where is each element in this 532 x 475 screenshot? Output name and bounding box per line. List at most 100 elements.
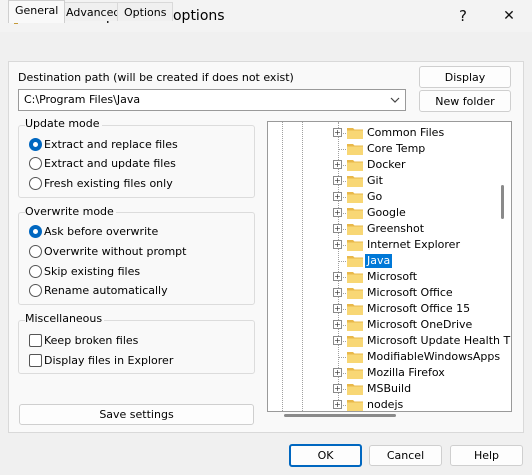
folder-icon bbox=[347, 224, 363, 235]
help-title-button[interactable]: ? bbox=[440, 0, 486, 32]
tab-options[interactable]: Options bbox=[117, 2, 174, 21]
folder-name[interactable]: Go bbox=[365, 190, 384, 204]
expand-plus-icon[interactable]: + bbox=[333, 176, 342, 185]
destination-path-value: C:\Program Files\Java bbox=[24, 93, 141, 106]
folder-tree[interactable]: + Common Files Core Temp + Docker + Git + Go + Goo… bbox=[267, 121, 512, 412]
radio-ask-before-label[interactable]: Ask before overwrite bbox=[44, 225, 158, 238]
tree-folder-row[interactable]: + Mozilla Firefox bbox=[268, 365, 498, 381]
folder-name[interactable]: MSBuild bbox=[365, 382, 413, 396]
ok-button[interactable]: OK bbox=[289, 444, 362, 467]
folder-name[interactable]: Microsoft bbox=[365, 270, 419, 284]
folder-name[interactable]: Microsoft Update Health T bbox=[365, 334, 511, 348]
expand-plus-icon[interactable]: + bbox=[333, 288, 342, 297]
expand-plus-icon[interactable]: + bbox=[333, 400, 342, 409]
tree-folder-row[interactable]: + MSBuild bbox=[268, 381, 498, 397]
expand-plus-icon[interactable]: + bbox=[333, 224, 342, 233]
folder-name[interactable]: Microsoft OneDrive bbox=[365, 318, 474, 332]
destination-path-combo[interactable]: C:\Program Files\Java bbox=[18, 89, 406, 111]
folder-icon bbox=[347, 368, 363, 379]
save-settings-button[interactable]: Save settings bbox=[19, 404, 254, 425]
tree-folder-row[interactable]: + Microsoft Office bbox=[268, 285, 498, 301]
folder-icon bbox=[347, 304, 363, 315]
tab-general[interactable]: General bbox=[8, 0, 66, 23]
expand-plus-icon[interactable]: + bbox=[333, 368, 342, 377]
tree-folder-row[interactable]: + Go bbox=[268, 189, 498, 205]
folder-name[interactable]: Mozilla Firefox bbox=[365, 366, 447, 380]
display-button[interactable]: Display bbox=[419, 66, 511, 88]
new-folder-button[interactable]: New folder bbox=[419, 90, 511, 112]
expand-plus-icon[interactable]: + bbox=[333, 336, 342, 345]
checkbox-keep-broken[interactable] bbox=[29, 334, 42, 347]
radio-overwrite-without-prompt[interactable] bbox=[29, 245, 42, 258]
folder-name[interactable]: Common Files bbox=[365, 126, 446, 140]
radio-rename-auto-label[interactable]: Rename automatically bbox=[44, 284, 168, 297]
expand-plus-icon[interactable]: + bbox=[333, 160, 342, 169]
update-mode-title: Update mode bbox=[25, 117, 102, 130]
folder-name[interactable]: Core Temp bbox=[365, 142, 427, 156]
tree-folder-row[interactable]: + Common Files bbox=[268, 125, 498, 141]
tree-folder-row[interactable]: + Microsoft bbox=[268, 269, 498, 285]
tree-vertical-scroll-thumb[interactable] bbox=[501, 185, 504, 219]
radio-fresh-existing-label[interactable]: Fresh existing files only bbox=[44, 177, 173, 190]
radio-extract-replace[interactable] bbox=[29, 138, 42, 151]
folder-name[interactable]: Git bbox=[365, 174, 385, 188]
tree-vertical-scrollbar[interactable] bbox=[498, 121, 512, 412]
folder-name[interactable]: Google bbox=[365, 206, 408, 220]
tree-folder-row[interactable]: + Docker bbox=[268, 157, 498, 173]
folder-icon bbox=[347, 240, 363, 251]
chevron-down-icon[interactable] bbox=[389, 94, 401, 106]
folder-name[interactable]: Java bbox=[365, 254, 393, 268]
overwrite-mode-title: Overwrite mode bbox=[25, 205, 116, 218]
checkbox-display-explorer[interactable] bbox=[29, 354, 42, 367]
radio-extract-replace-label[interactable]: Extract and replace files bbox=[44, 138, 178, 151]
tree-folder-row[interactable]: + Microsoft Office 15 bbox=[268, 301, 498, 317]
radio-overwrite-without-prompt-label[interactable]: Overwrite without prompt bbox=[44, 245, 186, 258]
folder-name[interactable]: Microsoft Office bbox=[365, 286, 455, 300]
folder-icon bbox=[347, 176, 363, 187]
tree-horizontal-scroll-thumb[interactable] bbox=[284, 414, 396, 417]
tree-folder-row[interactable]: + Git bbox=[268, 173, 498, 189]
tree-branch-line bbox=[338, 149, 346, 150]
checkbox-display-explorer-label[interactable]: Display files in Explorer bbox=[44, 354, 173, 367]
expand-plus-icon[interactable]: + bbox=[333, 272, 342, 281]
radio-skip-existing[interactable] bbox=[29, 265, 42, 278]
radio-fresh-existing[interactable] bbox=[29, 177, 42, 190]
tree-folder-row[interactable]: + Greenshot bbox=[268, 221, 498, 237]
tree-folder-row[interactable]: + Internet Explorer bbox=[268, 237, 498, 253]
folder-icon bbox=[347, 272, 363, 283]
cancel-button[interactable]: Cancel bbox=[369, 445, 442, 466]
folder-name[interactable]: Greenshot bbox=[365, 222, 426, 236]
tree-folder-row[interactable]: Java bbox=[268, 253, 498, 269]
expand-plus-icon[interactable]: + bbox=[333, 384, 342, 393]
radio-rename-auto[interactable] bbox=[29, 284, 42, 297]
folder-name[interactable]: ModifiableWindowsApps bbox=[365, 350, 502, 364]
radio-extract-update[interactable] bbox=[29, 157, 42, 170]
radio-ask-before[interactable] bbox=[29, 225, 42, 238]
folder-icon bbox=[347, 160, 363, 171]
help-button[interactable]: Help bbox=[450, 445, 523, 466]
close-button[interactable]: ✕ bbox=[486, 0, 532, 32]
folder-name[interactable]: Docker bbox=[365, 158, 408, 172]
folder-name[interactable]: Internet Explorer bbox=[365, 238, 462, 252]
folder-icon bbox=[347, 256, 363, 267]
tree-folder-row[interactable]: + nodejs bbox=[268, 397, 498, 411]
folder-icon bbox=[347, 336, 363, 347]
radio-skip-existing-label[interactable]: Skip existing files bbox=[44, 265, 140, 278]
expand-plus-icon[interactable]: + bbox=[333, 304, 342, 313]
tree-folder-row[interactable]: + Microsoft OneDrive bbox=[268, 317, 498, 333]
tree-folder-row[interactable]: Core Temp bbox=[268, 141, 498, 157]
radio-extract-update-label[interactable]: Extract and update files bbox=[44, 157, 176, 170]
tree-folder-row[interactable]: + Microsoft Update Health T bbox=[268, 333, 510, 349]
folder-icon bbox=[347, 128, 363, 139]
expand-plus-icon[interactable]: + bbox=[333, 320, 342, 329]
expand-plus-icon[interactable]: + bbox=[333, 240, 342, 249]
tree-folder-row[interactable]: + Google bbox=[268, 205, 498, 221]
folder-name[interactable]: nodejs bbox=[365, 398, 405, 411]
checkbox-keep-broken-label[interactable]: Keep broken files bbox=[44, 334, 138, 347]
expand-plus-icon[interactable]: + bbox=[333, 208, 342, 217]
folder-icon bbox=[347, 352, 363, 363]
expand-plus-icon[interactable]: + bbox=[333, 128, 342, 137]
tree-folder-row[interactable]: ModifiableWindowsApps bbox=[268, 349, 500, 365]
folder-name[interactable]: Microsoft Office 15 bbox=[365, 302, 472, 316]
expand-plus-icon[interactable]: + bbox=[333, 192, 342, 201]
